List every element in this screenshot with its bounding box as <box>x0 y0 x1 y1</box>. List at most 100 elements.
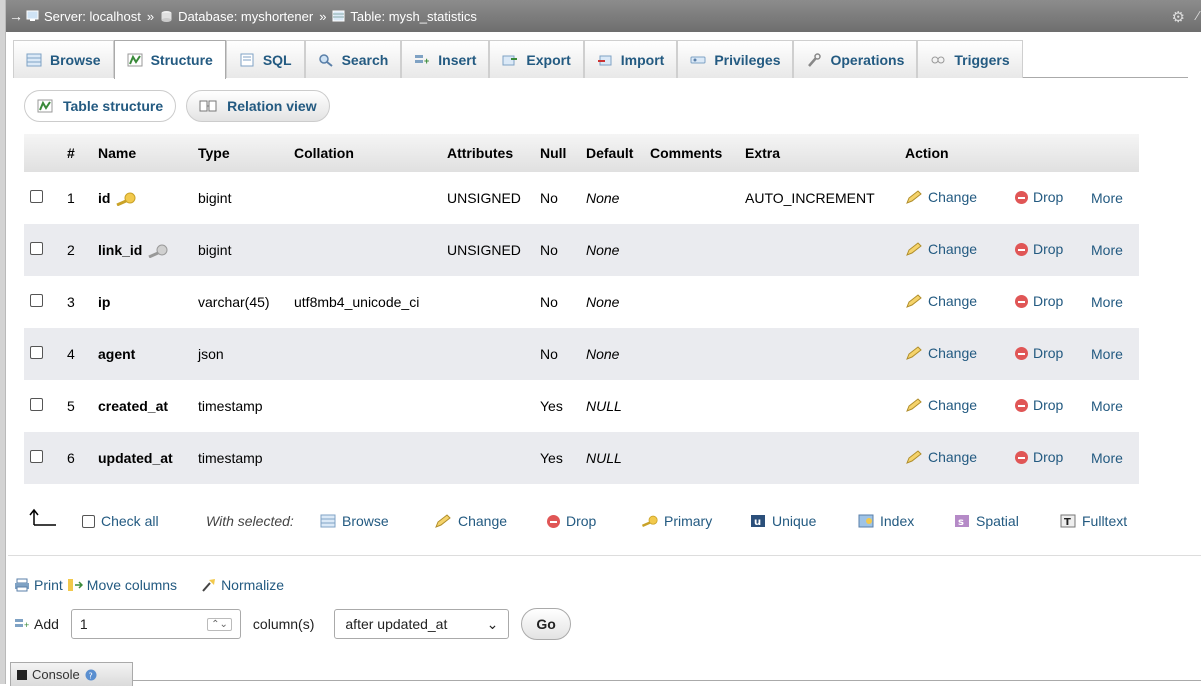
drop-button[interactable]: Drop <box>1015 241 1063 257</box>
operations-icon <box>808 52 822 67</box>
subtab-relation-view[interactable]: Relation view <box>186 90 330 122</box>
bulk-fulltext-button[interactable]: T Fulltext <box>1060 513 1127 529</box>
collapse-arrow-icon[interactable]: → <box>6 8 26 24</box>
move-columns-link[interactable]: Move columns <box>67 577 177 593</box>
go-button[interactable]: Go <box>521 608 571 640</box>
expand-icon[interactable]: ⁄ <box>1197 8 1199 23</box>
drop-button[interactable]: Drop <box>1015 345 1063 361</box>
row-comments <box>644 276 739 328</box>
more-button[interactable]: More <box>1091 346 1123 362</box>
tab-triggers[interactable]: Triggers <box>917 40 1023 78</box>
console-tab[interactable]: Console ? <box>10 662 133 686</box>
breadcrumb-server[interactable]: Server: localhost <box>26 9 141 24</box>
print-label: Print <box>34 577 63 593</box>
help-icon[interactable]: ? <box>85 669 97 681</box>
row-num: 2 <box>61 224 92 276</box>
breadcrumb-separator: » <box>146 8 155 24</box>
row-name: created_at <box>92 380 192 432</box>
bulk-change-label: Change <box>458 513 508 529</box>
structure-icon <box>127 53 143 67</box>
spinner-icon[interactable]: ⌃⌄ <box>207 617 232 631</box>
bulk-drop-button[interactable]: Drop <box>547 513 596 529</box>
header-default[interactable]: Default <box>580 134 644 172</box>
bulk-primary-button[interactable]: Primary <box>640 513 712 529</box>
header-extra[interactable]: Extra <box>739 134 899 172</box>
row-checkbox[interactable] <box>30 242 43 255</box>
bulk-index-button[interactable]: Index <box>858 513 914 529</box>
row-checkbox[interactable] <box>30 294 43 307</box>
bulk-change-button[interactable]: Change <box>434 513 507 529</box>
normalize-link[interactable]: Normalize <box>201 577 284 593</box>
change-button[interactable]: Change <box>905 345 977 361</box>
change-label: Change <box>928 189 978 205</box>
change-button[interactable]: Change <box>905 293 977 309</box>
header-type[interactable]: Type <box>192 134 288 172</box>
gear-icon[interactable]: ⚙ <box>1172 8 1185 26</box>
row-name: ip <box>92 276 192 328</box>
row-type: json <box>192 328 288 380</box>
pencil-icon <box>906 242 922 256</box>
tab-export[interactable]: Export <box>489 40 584 78</box>
row-attributes <box>441 328 534 380</box>
row-collation: utf8mb4_unicode_ci <box>288 276 441 328</box>
breadcrumb-table-label: Table: mysh_statistics <box>350 8 477 24</box>
more-button[interactable]: More <box>1091 242 1123 258</box>
more-button[interactable]: More <box>1091 190 1123 206</box>
tab-operations[interactable]: Operations <box>793 40 918 78</box>
change-button[interactable]: Change <box>905 449 977 465</box>
row-checkbox[interactable] <box>30 398 43 411</box>
breadcrumb-table[interactable]: Table: mysh_statistics <box>332 8 477 24</box>
tab-browse[interactable]: Browse <box>13 40 114 78</box>
row-null: No <box>534 224 580 276</box>
change-button[interactable]: Change <box>905 241 977 257</box>
drop-button[interactable]: Drop <box>1015 293 1063 309</box>
bulk-unique-button[interactable]: u Unique <box>750 513 816 529</box>
tab-structure[interactable]: Structure <box>113 40 226 79</box>
check-all-checkbox[interactable] <box>82 514 95 528</box>
drop-label: Drop <box>1033 241 1064 258</box>
drop-icon <box>1015 190 1028 204</box>
row-checkbox[interactable] <box>30 346 43 359</box>
more-button[interactable]: More <box>1091 294 1123 310</box>
header-attributes[interactable]: Attributes <box>441 134 534 172</box>
tab-privileges[interactable]: Privileges <box>677 40 794 78</box>
change-button[interactable]: Change <box>905 397 977 413</box>
header-name[interactable]: Name <box>92 134 192 172</box>
row-comments <box>644 172 739 224</box>
row-comments <box>644 328 739 380</box>
column-count-input[interactable]: 1 ⌃⌄ <box>70 609 241 639</box>
change-button[interactable]: Change <box>905 189 977 205</box>
bulk-browse-button[interactable]: Browse <box>320 513 389 529</box>
subtab-table-structure[interactable]: Table structure <box>24 90 177 122</box>
row-checkbox[interactable] <box>30 450 43 463</box>
row-checkbox[interactable] <box>30 190 43 203</box>
header-comments[interactable]: Comments <box>644 134 739 172</box>
change-label: Change <box>928 449 978 465</box>
page-left-border <box>0 0 6 684</box>
check-all[interactable]: Check all <box>82 513 159 529</box>
tab-label: Insert <box>438 51 477 68</box>
change-label: Change <box>928 241 978 257</box>
row-name: updated_at <box>92 432 192 484</box>
more-button[interactable]: More <box>1091 450 1123 466</box>
tab-search[interactable]: Search <box>304 40 402 78</box>
tab-import[interactable]: Import <box>583 40 678 78</box>
row-collation <box>288 172 441 224</box>
print-link[interactable]: Print <box>14 577 63 593</box>
drop-button[interactable]: Drop <box>1015 189 1063 205</box>
row-name: agent <box>92 328 192 380</box>
breadcrumb-bar: → Server: localhost » Database: myshorte… <box>6 0 1201 32</box>
change-label: Change <box>928 345 978 361</box>
header-collation[interactable]: Collation <box>288 134 441 172</box>
tab-insert[interactable]: + Insert <box>401 40 490 78</box>
more-button[interactable]: More <box>1091 398 1123 414</box>
bulk-spatial-button[interactable]: s Spatial <box>954 513 1019 529</box>
move-columns-icon <box>67 579 83 591</box>
row-type: bigint <box>192 172 288 224</box>
tab-sql[interactable]: SQL <box>225 40 305 78</box>
header-null[interactable]: Null <box>534 134 580 172</box>
column-position-select[interactable]: after updated_at ⌄ <box>334 609 510 639</box>
drop-button[interactable]: Drop <box>1015 397 1063 413</box>
drop-button[interactable]: Drop <box>1015 449 1063 465</box>
breadcrumb-database[interactable]: Database: myshortener <box>160 9 313 24</box>
